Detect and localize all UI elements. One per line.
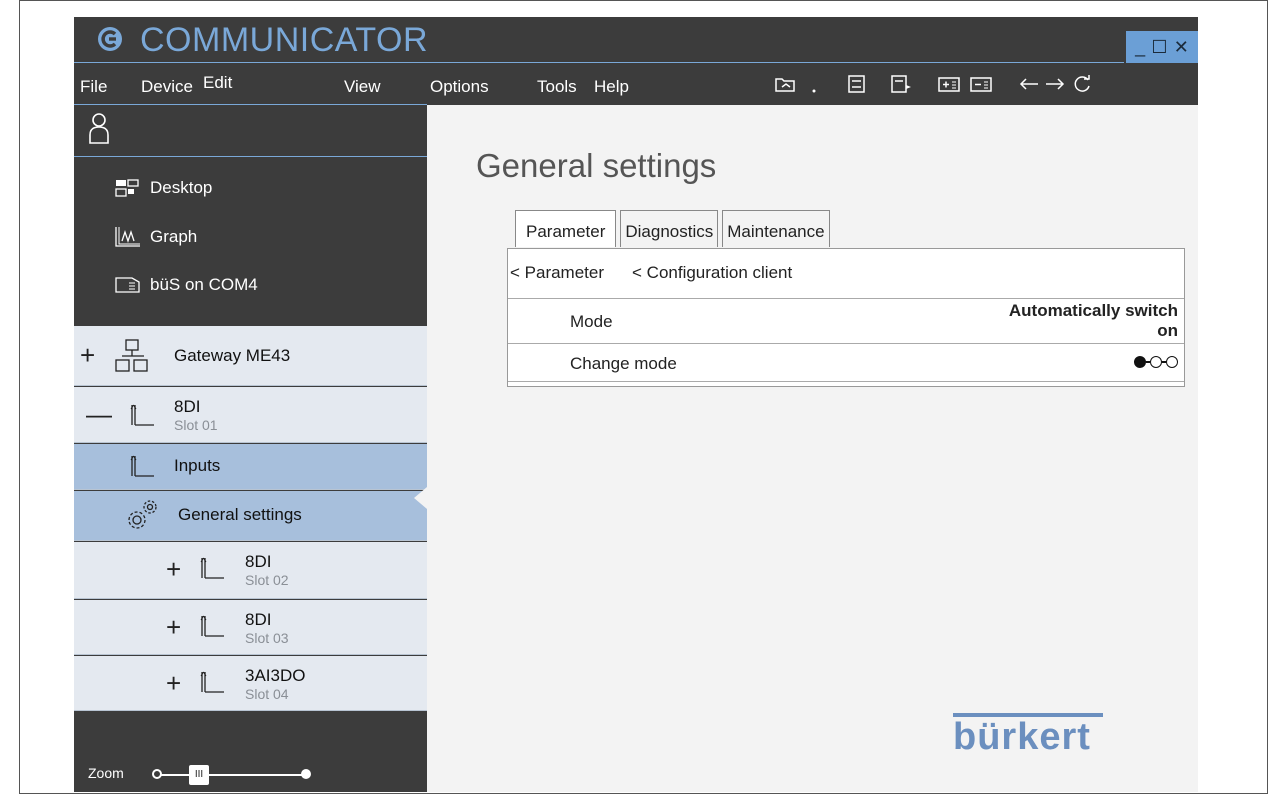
communicator-window: COMMUNICATOR _ ☐ ✕ File Device Edit View… (74, 17, 1198, 792)
expand-icon[interactable]: + (166, 670, 181, 696)
io-module-icon (200, 671, 224, 693)
save-as-icon[interactable] (890, 75, 912, 93)
gateway-icon (115, 339, 148, 372)
window-controls: _ ☐ ✕ (1126, 31, 1198, 63)
tree-item-3ai3do-slot04[interactable]: + 3AI3DO Slot 04 (74, 656, 427, 711)
minimize-button[interactable]: _ (1135, 38, 1145, 56)
page-title: General settings (476, 147, 717, 184)
tree-sublabel: Slot 02 (245, 572, 289, 588)
io-module-icon (200, 557, 224, 579)
selection-pointer (414, 487, 427, 509)
tree-item-8di-slot01[interactable]: — 8DI Slot 01 (74, 387, 427, 443)
io-module-icon (200, 615, 224, 637)
tree-item-inputs[interactable]: Inputs (74, 444, 427, 490)
menu-help[interactable]: Help (594, 77, 629, 97)
save-icon[interactable] (846, 75, 868, 93)
maximize-button[interactable]: ☐ (1151, 38, 1167, 56)
brand-logo: bürkert (953, 713, 1103, 758)
bus-label: büS on COM4 (150, 275, 258, 294)
tree-item-8di-slot03[interactable]: + 8DI Slot 03 (74, 600, 427, 655)
param-value-line1: Automatically switch (1008, 301, 1178, 320)
add-device-icon[interactable] (938, 75, 960, 93)
sidebar-link-graph[interactable]: Graph (114, 222, 197, 252)
io-module-icon (130, 404, 154, 426)
tab-diagnostics[interactable]: Diagnostics (620, 210, 719, 247)
tree-label: Gateway ME43 (174, 346, 291, 365)
zoom-min-marker (152, 769, 162, 779)
main-content: General settings Parameter Diagnostics M… (427, 105, 1198, 792)
settings-gears-icon (128, 500, 157, 529)
tree-sublabel: Slot 03 (245, 630, 289, 646)
menu-device[interactable]: Device (141, 77, 193, 97)
tree-item-gateway[interactable]: + Gateway ME43 (74, 326, 427, 386)
breadcrumb-parameter[interactable]: < Parameter (510, 263, 604, 283)
tree-label: 3AI3DO (245, 666, 306, 685)
tree-label: 8DI (245, 610, 272, 629)
expand-icon[interactable]: + (80, 342, 95, 368)
tree-sublabel: Slot 01 (174, 417, 218, 433)
tree-label: 8DI (174, 397, 201, 416)
menu-edit[interactable]: Edit (203, 73, 232, 93)
user-icon[interactable] (88, 111, 110, 145)
app-title: COMMUNICATOR (140, 21, 429, 59)
tree-label: General settings (178, 505, 302, 524)
tree-item-general-settings[interactable]: General settings (74, 491, 427, 541)
zoom-track[interactable] (154, 774, 304, 776)
tab-maintenance[interactable]: Maintenance (722, 210, 830, 247)
mode-option-dot[interactable] (1166, 356, 1178, 368)
mode-option-dot[interactable] (1134, 356, 1146, 368)
brand-name: bürkert (953, 716, 1091, 758)
zoom-label: Zoom (88, 765, 124, 781)
parameter-panel: < Parameter < Configuration client Mode … (507, 248, 1185, 387)
tree-sublabel: Slot 04 (245, 686, 289, 702)
breadcrumb: < Parameter < Configuration client (510, 263, 792, 283)
panel-bottom-divider (508, 381, 1184, 382)
breadcrumb-configuration-client[interactable]: < Configuration client (632, 263, 792, 283)
zoom-max-marker (301, 769, 311, 779)
param-value-line2: on (1157, 321, 1178, 340)
forward-arrow-icon[interactable] (1044, 75, 1066, 93)
tree-label: 8DI (245, 552, 272, 571)
zoom-slider-thumb[interactable]: III (189, 765, 209, 785)
desktop-icon (115, 179, 139, 197)
back-arrow-icon[interactable] (1018, 75, 1040, 93)
menu-tools[interactable]: Tools (537, 77, 577, 97)
graph-icon (115, 227, 140, 247)
param-row-change-mode[interactable]: Change mode (508, 343, 1184, 381)
mode-selector[interactable] (1134, 356, 1178, 368)
tree-item-8di-slot02[interactable]: + 8DI Slot 02 (74, 542, 427, 599)
param-label: Mode (570, 312, 613, 331)
tab-parameter[interactable]: Parameter (515, 210, 617, 247)
sidebar: Desktop Graph büS on COM4 + Gateway ME43… (74, 105, 427, 792)
sidebar-link-desktop[interactable]: Desktop (114, 173, 212, 203)
menu-view[interactable]: View (344, 77, 381, 97)
tab-bar: Parameter Diagnostics Maintenance (515, 210, 830, 247)
mode-option-dot[interactable] (1150, 356, 1162, 368)
param-row-mode[interactable]: Mode Automatically switch on (508, 298, 1184, 343)
open-dropdown-icon[interactable] (810, 75, 818, 93)
bus-icon (115, 277, 140, 293)
menu-bar: File Device Edit View Options Tools Help (74, 63, 1198, 105)
param-label: Change mode (570, 354, 677, 373)
desktop-label: Desktop (150, 178, 213, 197)
communicator-logo-icon (98, 27, 122, 51)
io-module-icon (130, 455, 154, 477)
user-row (74, 105, 427, 157)
remove-device-icon[interactable] (970, 75, 992, 93)
title-bar: COMMUNICATOR _ ☐ ✕ (74, 17, 1198, 63)
close-button[interactable]: ✕ (1174, 38, 1189, 56)
menu-file[interactable]: File (80, 77, 107, 97)
param-value: Automatically switch on (1009, 301, 1178, 341)
sidebar-link-bus[interactable]: büS on COM4 (114, 270, 258, 300)
tree-label: Inputs (174, 456, 221, 475)
refresh-icon[interactable] (1072, 75, 1094, 93)
graph-label: Graph (150, 227, 198, 246)
open-icon[interactable] (774, 75, 796, 93)
expand-icon[interactable]: + (166, 614, 181, 640)
expand-icon[interactable]: + (166, 556, 181, 582)
menu-options[interactable]: Options (430, 77, 489, 97)
collapse-icon[interactable]: — (86, 401, 112, 427)
